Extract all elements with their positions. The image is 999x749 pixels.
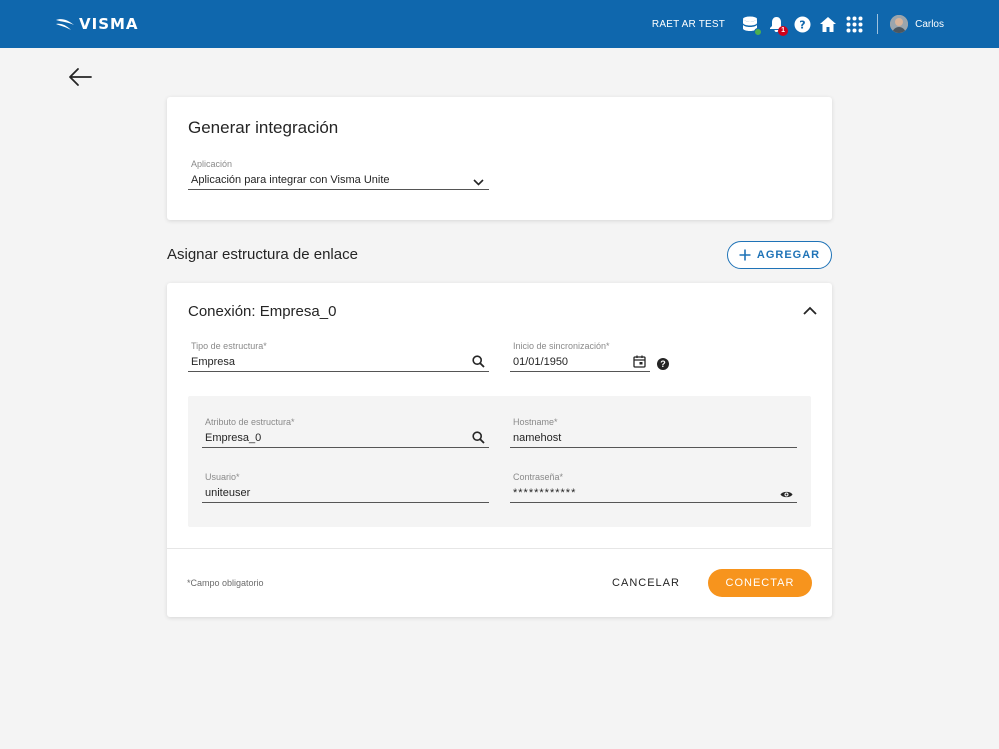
user-avatar[interactable] [890, 15, 909, 33]
password-value: ************ [513, 487, 577, 499]
svg-text:?: ? [799, 18, 805, 31]
link-structure-title: Asignar estructura de enlace [167, 246, 358, 263]
connection-details-panel: Atributo de estructura* Empresa_0 Hostna… [188, 396, 811, 527]
visma-swoosh-icon [56, 19, 74, 30]
chevron-down-icon [473, 179, 484, 186]
application-label: Aplicación [191, 159, 233, 169]
connection-card: Conexión: Empresa_0 Tipo de estructura* … [167, 283, 832, 617]
structure-type-label: Tipo de estructura* [191, 341, 267, 351]
chevron-up-icon[interactable] [802, 305, 818, 317]
status-dot [754, 28, 763, 36]
sync-start-value: 01/01/1950 [513, 356, 569, 368]
bell-icon[interactable]: 1 [767, 15, 789, 36]
field-underline [202, 502, 489, 503]
field-underline [510, 371, 650, 372]
connect-button[interactable]: CONECTAR [708, 569, 812, 597]
search-icon[interactable] [472, 431, 485, 444]
hostname-label: Hostname* [513, 417, 558, 427]
user-value: uniteuser [205, 487, 251, 499]
top-bar-actions: RAET AR TEST 1 ? Carlos [652, 0, 944, 48]
arrow-left-icon [69, 68, 92, 86]
header-divider [877, 14, 879, 34]
help-circle-icon[interactable]: ? [793, 15, 811, 33]
home-icon[interactable] [819, 15, 837, 33]
user-avatar-icon [890, 15, 909, 33]
connection-title: Conexión: Empresa_0 [188, 303, 337, 320]
field-underline [510, 447, 797, 448]
visma-logo[interactable]: VISMA [55, 14, 139, 34]
notification-badge: 1 [778, 26, 789, 36]
page-title: Generar integración [188, 118, 339, 137]
hostname-value: namehost [513, 432, 562, 444]
user-label: Usuario* [205, 472, 240, 482]
structure-attribute-value: Empresa_0 [205, 432, 262, 444]
application-select[interactable]: Aplicación Aplicación para integrar con … [188, 159, 489, 190]
sync-start-field[interactable]: Inicio de sincronización* 01/01/1950 [510, 341, 650, 372]
back-button[interactable] [68, 67, 92, 87]
environment-label: RAET AR TEST [651, 18, 726, 30]
hostname-field[interactable]: Hostname* namehost [510, 417, 797, 448]
search-icon[interactable] [472, 355, 485, 368]
cancel-button[interactable]: CANCELAR [601, 569, 691, 597]
user-field[interactable]: Usuario* uniteuser [202, 472, 489, 503]
logo-text: VISMA [79, 15, 139, 33]
database-icon[interactable] [741, 15, 763, 36]
integration-card: Generar integración Aplicación Aplicació… [167, 97, 832, 220]
top-bar: VISMA RAET AR TEST 1 ? Carlos [0, 0, 999, 48]
eye-icon[interactable] [780, 488, 793, 501]
required-field-note: *Campo obligatorio [187, 578, 264, 588]
structure-attribute-label: Atributo de estructura* [205, 417, 295, 427]
password-field[interactable]: Contraseña* ************ [510, 472, 797, 503]
calendar-icon[interactable] [633, 355, 646, 368]
help-icon[interactable]: ? [657, 358, 669, 370]
add-button[interactable]: AGREGAR [727, 241, 832, 269]
field-underline [188, 189, 489, 190]
structure-type-value: Empresa [191, 356, 236, 368]
password-label: Contraseña* [513, 472, 564, 482]
field-underline [510, 502, 797, 503]
application-value: Aplicación para integrar con Visma Unite [191, 174, 390, 186]
field-underline [202, 447, 489, 448]
app-grid-icon[interactable] [845, 15, 863, 33]
plus-icon [739, 249, 751, 261]
sync-start-label: Inicio de sincronización* [513, 341, 610, 351]
field-underline [188, 371, 489, 372]
add-button-label: AGREGAR [756, 249, 821, 261]
structure-type-field[interactable]: Tipo de estructura* Empresa [188, 341, 489, 372]
structure-attribute-field[interactable]: Atributo de estructura* Empresa_0 [202, 417, 489, 448]
user-name[interactable]: Carlos [915, 19, 944, 30]
footer-divider [167, 548, 832, 549]
